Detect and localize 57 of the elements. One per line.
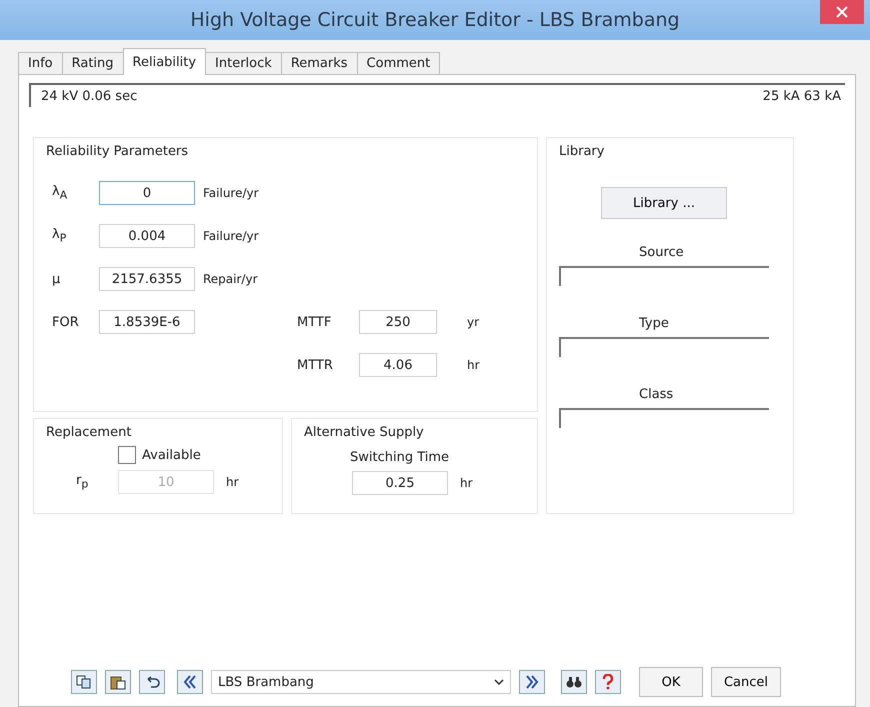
library-button[interactable]: Library ...: [601, 187, 727, 219]
rating-text: 24 kV 0.06 sec: [41, 88, 138, 104]
previous-button[interactable]: [177, 670, 203, 694]
group-title: Library: [559, 144, 606, 159]
unit-label: hr: [466, 358, 477, 372]
ok-button[interactable]: OK: [639, 667, 703, 697]
help-icon: [602, 674, 614, 690]
unit-label: Repair/yr: [202, 272, 258, 286]
group-title: Reliability Parameters: [46, 144, 190, 159]
copy-icon: [76, 675, 92, 689]
tab[interactable]: Comment: [356, 52, 440, 75]
parameter-label: μ: [52, 272, 62, 286]
tab[interactable]: Info: [18, 52, 63, 75]
unit-label: yr: [466, 315, 477, 329]
switching-time-label: Switching Time: [350, 450, 450, 465]
paste-icon: [110, 674, 126, 690]
close-button[interactable]: [820, 0, 864, 24]
parameter-label: MTTF: [297, 314, 332, 330]
unit-label: Failure/yr: [202, 186, 260, 200]
current-text: 25 kA 63 kA: [762, 88, 841, 104]
parameter-label: λ$_{P}$: [52, 227, 68, 245]
checkbox[interactable]: [118, 446, 136, 464]
cancel-button[interactable]: Cancel: [711, 667, 781, 697]
record-dropdown[interactable]: LBS Brambang: [211, 670, 511, 694]
unit-label: hr: [225, 475, 239, 489]
parameter-label: r$_{p}$: [76, 473, 90, 491]
input-field[interactable]: 4.06: [359, 353, 437, 377]
parameter-label: λ$_{A}$: [52, 184, 68, 202]
binoculars-icon: [566, 676, 582, 688]
checkbox-label: Available: [142, 448, 201, 462]
input-field[interactable]: 2157.6355: [99, 267, 195, 291]
caret-icon: [494, 679, 504, 685]
input-field[interactable]: 250: [359, 310, 437, 334]
field-label: Type: [639, 316, 669, 331]
group-title: Replacement: [46, 425, 132, 440]
field-label: Class: [639, 387, 674, 402]
unit-label: Failure/yr: [202, 229, 260, 243]
window-title: High Voltage Circuit Breaker Editor - LBS Brambang: [190, 9, 680, 31]
paste-button[interactable]: [105, 670, 131, 694]
copy-button[interactable]: [71, 670, 97, 694]
double-chevron-left-icon: [183, 675, 197, 689]
next-button[interactable]: [519, 670, 545, 694]
input-field[interactable]: 0.25: [352, 471, 448, 495]
parameter-label: FOR: [52, 314, 80, 330]
help-button[interactable]: [595, 670, 621, 694]
unit-label: hr: [459, 476, 473, 490]
input-field[interactable]: 1.8539E-6: [99, 310, 195, 334]
group-title: Alternative Supply: [304, 425, 425, 440]
tab[interactable]: Reliability: [122, 48, 206, 75]
close-icon: [836, 6, 848, 18]
field-label: Source: [639, 245, 684, 260]
double-chevron-right-icon: [525, 675, 539, 689]
input-field[interactable]: 0.004: [99, 224, 195, 248]
input-field[interactable]: 0: [99, 181, 195, 205]
parameter-label: MTTR: [297, 358, 334, 372]
binoculars-button[interactable]: [561, 670, 587, 694]
undo-button[interactable]: [139, 670, 165, 694]
